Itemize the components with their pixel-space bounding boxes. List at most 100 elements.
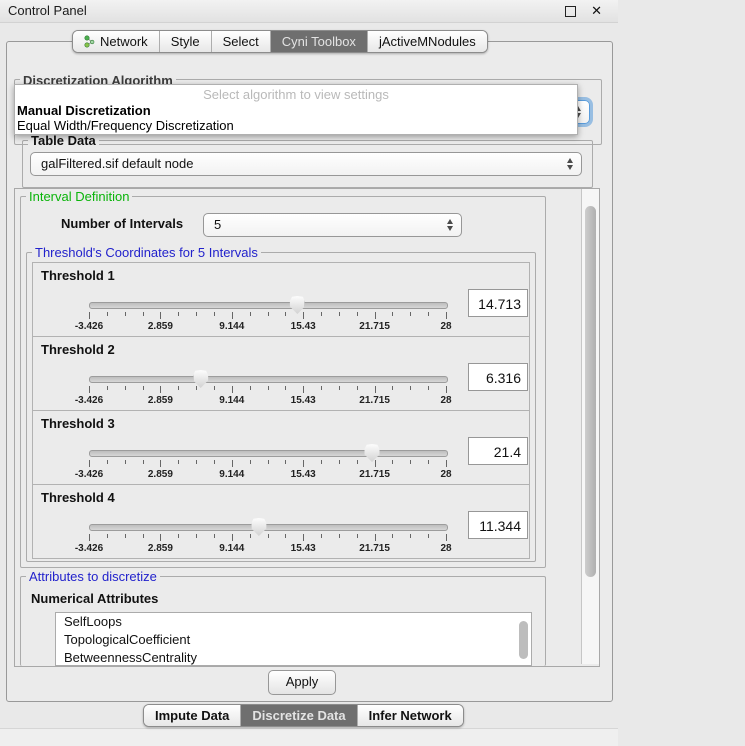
threshold-3-label: Threshold 3	[41, 416, 115, 431]
scale-tick-label: 21.715	[359, 395, 390, 406]
tick-mark	[268, 460, 269, 464]
scale-tick-label: 15.43	[291, 395, 316, 406]
scale-tick-label: -3.426	[75, 469, 103, 480]
numerical-attributes-list[interactable]: SelfLoopsTopologicalCoefficientBetweenne…	[55, 612, 532, 666]
tick-mark	[125, 534, 126, 538]
threshold-2-box: Threshold 2 -3.4262.8599.14415.4321.7152…	[32, 336, 530, 411]
tick-mark	[428, 386, 429, 390]
tick-mark	[392, 534, 393, 538]
threshold-3-box: Threshold 3 -3.4262.8599.14415.4321.7152…	[32, 410, 530, 485]
threshold-2-slider[interactable]	[89, 376, 448, 383]
tab-select[interactable]: Select	[212, 31, 271, 52]
number-of-intervals-value: 5	[214, 217, 221, 232]
number-of-intervals-combobox[interactable]: 5	[203, 213, 462, 237]
tick-mark	[392, 460, 393, 464]
attribute-list-item[interactable]: SelfLoops	[56, 613, 531, 631]
tick-mark	[107, 386, 108, 390]
tick-mark	[357, 386, 358, 390]
scrollbar-thumb[interactable]	[585, 206, 596, 577]
tick-mark	[285, 460, 286, 464]
tab-discretize-data[interactable]: Discretize Data	[241, 705, 357, 726]
attribute-list-item[interactable]: TopologicalCoefficient	[56, 631, 531, 649]
scale-tick-label: 15.43	[291, 321, 316, 332]
slider-scale: -3.4262.8599.14415.4321.71528	[89, 395, 446, 406]
tab-impute-data-label: Impute Data	[155, 705, 229, 726]
algorithm-placeholder: Select algorithm to view settings	[15, 87, 577, 102]
numerical-attributes-heading: Numerical Attributes	[28, 591, 161, 606]
threshold-1-box: Threshold 1 -3.4262.8599.14415.4321.7152…	[32, 262, 530, 337]
scale-tick-label: 9.144	[219, 395, 244, 406]
tick-mark	[339, 460, 340, 464]
scale-tick-label: 21.715	[359, 469, 390, 480]
thresholds-group-label: Threshold's Coordinates for 5 Intervals	[32, 245, 261, 260]
scale-tick-label: 9.144	[219, 321, 244, 332]
tab-infer-network[interactable]: Infer Network	[358, 705, 463, 726]
apply-button[interactable]: Apply	[268, 670, 336, 695]
tick-mark	[339, 534, 340, 538]
option-manual-discretization[interactable]: Manual Discretization	[17, 103, 151, 118]
tick-mark	[178, 312, 179, 316]
scale-tick-label: 15.43	[291, 469, 316, 480]
tab-cyni-toolbox-label: Cyni Toolbox	[282, 31, 356, 52]
tick-mark	[143, 386, 144, 390]
tab-style[interactable]: Style	[160, 31, 212, 52]
scale-tick-label: 2.859	[148, 395, 173, 406]
threshold-2-value-field[interactable]: 6.316	[468, 363, 528, 391]
tick-mark	[410, 460, 411, 464]
tab-infer-network-label: Infer Network	[369, 705, 452, 726]
tick-mark	[321, 312, 322, 316]
tick-mark	[321, 460, 322, 464]
option-equal-width-frequency[interactable]: Equal Width/Frequency Discretization	[17, 118, 234, 133]
tick-mark	[125, 312, 126, 316]
threshold-4-value-field[interactable]: 11.344	[468, 511, 528, 539]
tick-mark	[232, 460, 233, 467]
tick-mark	[446, 312, 447, 319]
table-data-combobox[interactable]: galFiltered.sif default node	[30, 152, 582, 176]
tick-mark	[303, 312, 304, 319]
tab-jactivemnodules[interactable]: jActiveMNodules	[368, 31, 487, 52]
tick-mark	[250, 460, 251, 464]
tick-mark	[392, 386, 393, 390]
vertical-scrollbar[interactable]	[581, 189, 599, 664]
tick-mark	[357, 534, 358, 538]
tick-mark	[268, 312, 269, 316]
tab-network[interactable]: Network	[73, 31, 160, 52]
threshold-1-slider[interactable]	[89, 302, 448, 309]
tick-mark	[428, 534, 429, 538]
tab-impute-data[interactable]: Impute Data	[144, 705, 241, 726]
tick-mark	[89, 534, 90, 541]
tick-mark	[321, 534, 322, 538]
scale-tick-label: -3.426	[75, 395, 103, 406]
list-scrollbar-thumb[interactable]	[519, 621, 528, 659]
threshold-4-box: Threshold 4 -3.4262.8599.14415.4321.7152…	[32, 484, 530, 559]
tick-mark	[410, 312, 411, 316]
scale-tick-label: 9.144	[219, 469, 244, 480]
tick-mark	[214, 460, 215, 464]
threshold-4-slider[interactable]	[89, 524, 448, 531]
tick-mark	[339, 386, 340, 390]
table-data-label: Table Data	[28, 133, 99, 148]
scale-tick-label: 28	[440, 469, 451, 480]
attribute-list-item[interactable]: BetweennessCentrality	[56, 649, 531, 666]
threshold-1-label: Threshold 1	[41, 268, 115, 283]
slider-ticks	[89, 386, 446, 394]
footer-strip	[0, 728, 618, 746]
threshold-1-value-field[interactable]: 14.713	[468, 289, 528, 317]
threshold-3-slider[interactable]	[89, 450, 448, 457]
network-icon	[84, 35, 95, 48]
tab-jactivemnodules-label: jActiveMNodules	[379, 31, 476, 52]
tick-mark	[321, 386, 322, 390]
tick-mark	[268, 386, 269, 390]
close-icon[interactable]: ✕	[591, 3, 602, 19]
slider-ticks	[89, 312, 446, 320]
tick-mark	[250, 386, 251, 390]
tick-mark	[89, 386, 90, 393]
scale-tick-label: 28	[440, 395, 451, 406]
tick-mark	[339, 312, 340, 316]
tick-mark	[214, 312, 215, 316]
tab-cyni-toolbox[interactable]: Cyni Toolbox	[271, 31, 368, 52]
tick-mark	[357, 460, 358, 464]
threshold-3-value-field[interactable]: 21.4	[468, 437, 528, 465]
float-window-icon[interactable]	[565, 6, 576, 17]
scale-tick-label: 2.859	[148, 543, 173, 554]
